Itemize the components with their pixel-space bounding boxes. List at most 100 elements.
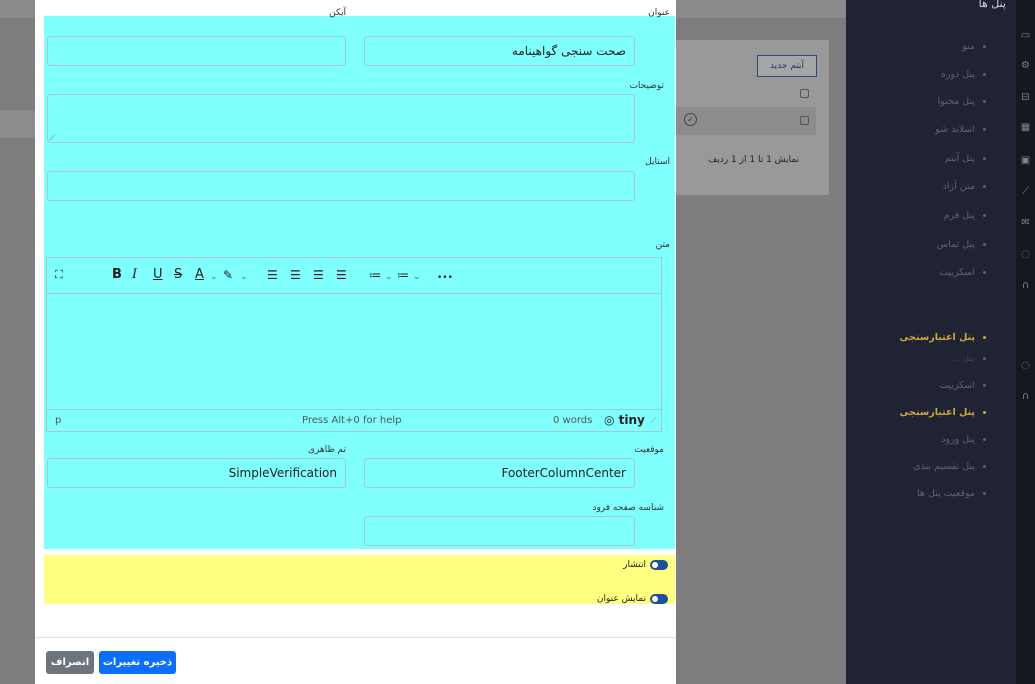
landing-id-label: شناسه صفحه فرود	[592, 503, 664, 513]
basket-icon[interactable]: ⊟	[1020, 92, 1031, 103]
sidebar-item-label: متن آزاد	[942, 181, 975, 192]
sidebar-item[interactable]: پنل آیتم	[945, 153, 986, 164]
bullet-icon	[983, 45, 986, 48]
bullet-icon	[983, 185, 986, 188]
tiny-icon: ◎	[604, 413, 619, 427]
icon-label: آیکن	[329, 8, 346, 18]
rich-text-editor[interactable]: ⛶ B I U S A ⌄ ✎ ⌄ ☰ ☰ ☰ ☰ ≔ ⌄ ≔ ⌄ ••• p …	[46, 257, 662, 432]
theme-input[interactable]	[47, 458, 346, 488]
position-input[interactable]	[364, 458, 635, 488]
row-checkbox[interactable]	[800, 116, 809, 125]
fullscreen-icon[interactable]: ⛶	[55, 268, 63, 282]
description-textarea[interactable]	[47, 94, 635, 143]
select-all-checkbox[interactable]	[800, 89, 809, 98]
sidebar-item[interactable]: اسکریپت	[939, 267, 986, 278]
landing-id-input[interactable]	[364, 516, 635, 546]
cancel-button[interactable]: انصراف	[46, 651, 94, 674]
style-label: استایل	[645, 157, 670, 167]
icon-input[interactable]	[47, 36, 346, 66]
sidebar-item[interactable]: پنل تقسیم بندی	[913, 461, 986, 472]
resize-handle-icon[interactable]: ⟋	[650, 416, 656, 426]
bullet-icon	[983, 243, 986, 246]
show-title-toggle[interactable]: نمایش عنوان	[597, 594, 668, 604]
style-input[interactable]	[47, 171, 635, 201]
row-count-text: نمایش 1 تا 1 از 1 ردیف	[708, 155, 800, 165]
new-item-button[interactable]: آیتم جدید	[757, 55, 817, 77]
align-left-icon[interactable]: ☰	[267, 268, 278, 282]
bold-button[interactable]: B	[112, 268, 122, 282]
chat-icon[interactable]: ◌	[1020, 249, 1031, 260]
sidebar-item-label: پنل اعتبارسنجی	[899, 407, 975, 418]
sidebar-item[interactable]: موقعیت پنل ها	[917, 488, 986, 499]
position-label: موقعیت	[634, 445, 664, 455]
sidebar-item-label: پنل ...	[950, 353, 975, 364]
numbered-list-icon[interactable]: ≔	[397, 268, 409, 282]
chart-icon[interactable]: ⟋	[1020, 186, 1031, 197]
sidebar-item-label: اسکریپت	[939, 380, 975, 391]
sidebar-item[interactable]: پنل اعتبارسنجی	[900, 407, 986, 418]
headset-icon[interactable]: ∩	[1020, 391, 1031, 402]
resize-handle-icon[interactable]: ⟋	[49, 134, 55, 144]
more-button[interactable]: •••	[437, 271, 453, 285]
image-icon[interactable]: ▣	[1020, 155, 1031, 166]
grid-icon[interactable]: ▦	[1020, 122, 1031, 133]
headset-icon[interactable]: ∩	[1020, 280, 1031, 291]
chevron-down-icon[interactable]: ⌄	[385, 270, 393, 284]
bullet-icon	[983, 271, 986, 274]
word-count[interactable]: 0 words	[553, 415, 592, 426]
text-color-button[interactable]: A	[195, 268, 204, 282]
tiny-brand: tiny	[618, 413, 645, 427]
gear-icon[interactable]: ⚙	[1020, 60, 1031, 71]
sidebar-item[interactable]: پنل ورود	[941, 434, 986, 445]
description-label: توضیحات	[629, 81, 664, 91]
sidebar-item[interactable]: منو	[962, 41, 986, 52]
strikethrough-button[interactable]: S	[174, 268, 182, 282]
element-path[interactable]: p	[55, 415, 61, 426]
sidebar-title: پنل ها	[978, 0, 1006, 10]
toggle-switch-icon[interactable]	[650, 594, 668, 604]
publish-toggle[interactable]: انتشار	[623, 560, 668, 570]
check-circle-icon: ✓	[684, 113, 697, 126]
chat-icon[interactable]: ◌	[1020, 360, 1031, 371]
bullet-icon	[983, 128, 986, 131]
table-row	[676, 107, 816, 135]
save-button[interactable]: ذخیره تغییرات	[99, 651, 176, 674]
chevron-down-icon[interactable]: ⌄	[413, 270, 421, 284]
sidebar-item-label: اسلاید شو	[935, 124, 975, 135]
highlight-icon[interactable]: ✎	[223, 268, 233, 282]
sidebar-item-label: پنل محتوا	[937, 96, 975, 107]
icon-rail: ▭ ⚙ ⊟ ▦ ▣ ⟋ ✉ ◌ ∩ ◌ ∩	[1016, 0, 1035, 684]
align-center-icon[interactable]: ☰	[290, 268, 301, 282]
sidebar-item[interactable]: پنل ...	[950, 353, 986, 364]
sidebar-item[interactable]: پنل محتوا	[938, 96, 986, 107]
sidebar-item-label: منو	[962, 41, 975, 52]
justify-icon[interactable]: ☰	[336, 268, 347, 282]
sidebar-item[interactable]: پنل اعتبارسنجی	[900, 332, 986, 343]
sidebar-item[interactable]: اسلاید شو	[935, 124, 986, 135]
sidebar-item[interactable]: پنل تماس	[937, 239, 986, 250]
sidebar-item-label: پنل آیتم	[944, 153, 975, 164]
chevron-down-icon[interactable]: ⌄	[210, 270, 218, 284]
sidebar-item[interactable]: پنل فرم	[944, 210, 986, 221]
chevron-down-icon[interactable]: ⌄	[240, 270, 248, 284]
bullet-icon	[983, 492, 986, 495]
sidebar-item[interactable]: متن آزاد	[943, 181, 986, 192]
sidebar-item-label: موقعیت پنل ها	[917, 488, 975, 499]
underline-button[interactable]: U	[153, 268, 163, 282]
bullet-icon	[983, 157, 986, 160]
modal-footer-divider	[35, 637, 676, 638]
align-right-icon[interactable]: ☰	[313, 268, 324, 282]
tiny-logo[interactable]: ◎ tiny	[604, 413, 645, 427]
mail-icon[interactable]: ✉	[1020, 217, 1031, 228]
italic-button[interactable]: I	[132, 268, 137, 282]
text-label: متن	[655, 240, 670, 250]
bullet-icon	[983, 384, 986, 387]
monitor-icon[interactable]: ▭	[1020, 30, 1031, 41]
sidebar-item[interactable]: پنل دوره	[941, 69, 986, 80]
edit-panel-modal: عنوان آیکن توضیحات ⟋ استایل متن ⛶ B I U …	[35, 0, 676, 684]
bullet-list-icon[interactable]: ≔	[369, 268, 381, 282]
toggle-switch-icon[interactable]	[650, 560, 668, 570]
sidebar-item-label: پنل تماس	[936, 239, 975, 250]
sidebar-item[interactable]: اسکریپت	[939, 380, 986, 391]
title-input[interactable]	[364, 36, 635, 66]
